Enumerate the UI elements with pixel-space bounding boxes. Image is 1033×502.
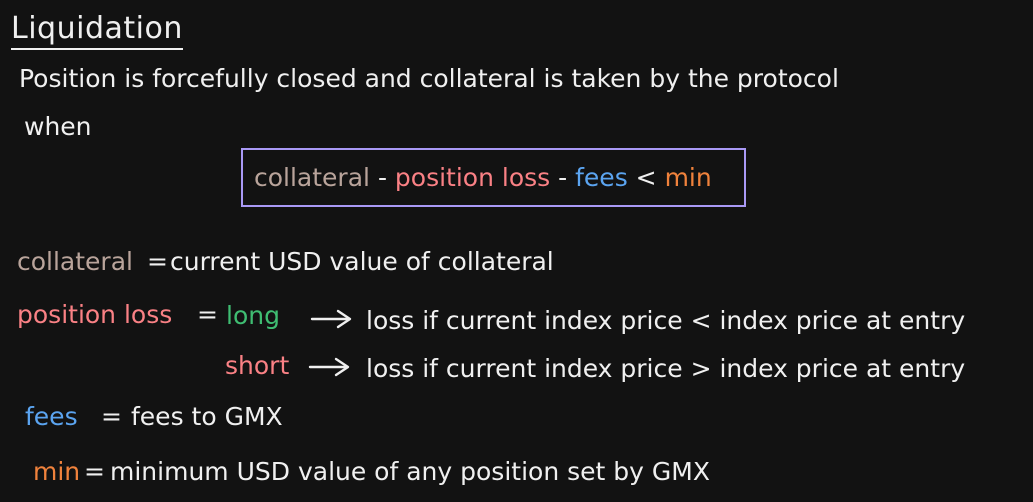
formula-minus-1: - bbox=[377, 163, 387, 192]
def-min-equals: = bbox=[84, 457, 105, 486]
liquidation-formula: collateral - position loss - fees < min bbox=[254, 165, 712, 190]
intro-line-2: when bbox=[24, 112, 92, 141]
def-fees-text: fees to GMX bbox=[131, 402, 283, 431]
canvas: { "title": "Liquidation", "intro_line1":… bbox=[0, 0, 1033, 502]
def-collateral-term: collateral bbox=[17, 247, 133, 276]
right-arrow-icon bbox=[310, 309, 352, 329]
def-position-loss-equals: = bbox=[197, 300, 218, 329]
page-title: Liquidation bbox=[11, 14, 183, 50]
formula-fees: fees bbox=[575, 163, 628, 192]
intro-line-1: Position is forcefully closed and collat… bbox=[19, 64, 839, 93]
def-position-loss-term: position loss bbox=[17, 300, 173, 329]
right-arrow-icon bbox=[308, 357, 350, 377]
formula-position-loss: position loss bbox=[394, 163, 551, 192]
def-long-term: long bbox=[226, 301, 280, 330]
def-short-text: loss if current index price > index pric… bbox=[366, 354, 966, 383]
def-min-term: min bbox=[33, 457, 81, 486]
def-short-term: short bbox=[225, 351, 290, 380]
formula-minus-2: - bbox=[558, 163, 568, 192]
def-fees-equals: = bbox=[101, 402, 122, 431]
formula-less-than: < bbox=[635, 163, 657, 192]
formula-min: min bbox=[664, 163, 712, 192]
def-long-text: loss if current index price < index pric… bbox=[366, 306, 966, 335]
def-fees-term: fees bbox=[25, 402, 78, 431]
def-collateral-equals: = bbox=[147, 247, 168, 276]
def-collateral-text: current USD value of collateral bbox=[170, 247, 554, 276]
def-min-text: minimum USD value of any position set by… bbox=[110, 457, 710, 486]
formula-collateral: collateral bbox=[254, 163, 370, 192]
